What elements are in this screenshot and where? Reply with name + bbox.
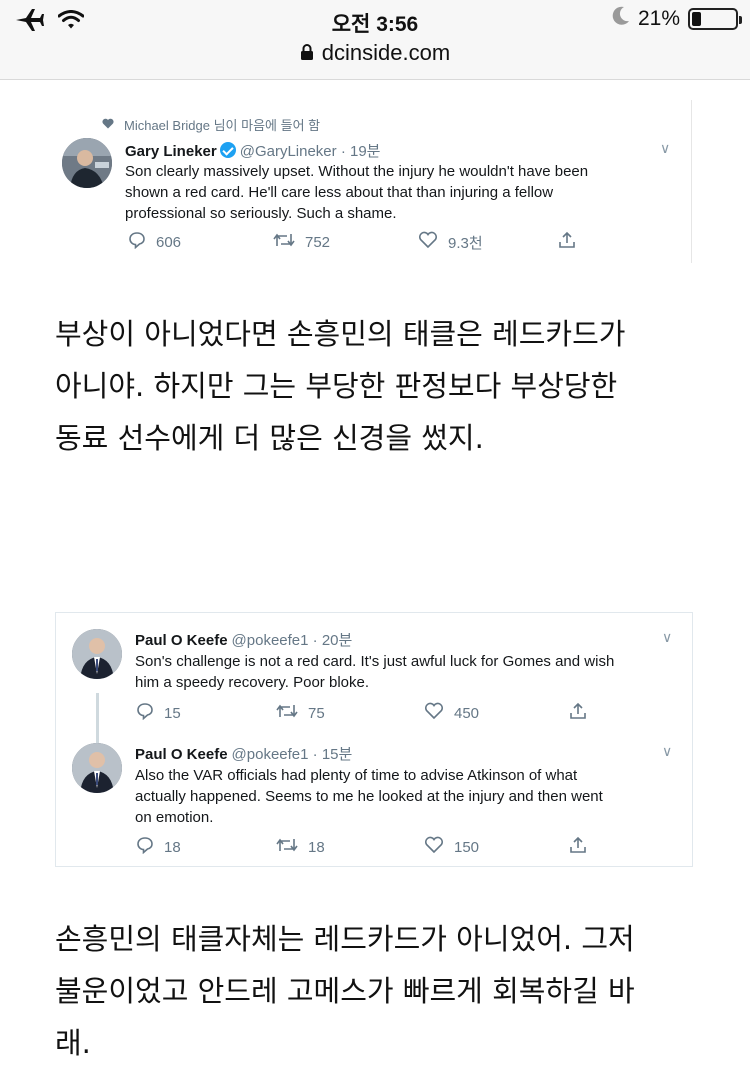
liked-by-text: Michael Bridge 님이 마음에 들어 함 [124, 118, 321, 133]
like-button[interactable]: 150 [424, 836, 569, 858]
tweet-text-line: professional so seriously. Such a shame. [125, 205, 397, 222]
chevron-down-icon[interactable]: ∨ [662, 743, 672, 760]
tweet-text-line: Also the VAR officials had plenty of tim… [135, 767, 578, 784]
retweet-icon [273, 232, 295, 252]
author-name[interactable]: Gary Lineker [125, 143, 217, 160]
tweet-thread-card: Paul O Keefe @pokeefe1 · 20분 ∨ Son's chal… [55, 612, 693, 867]
author-name[interactable]: Paul O Keefe [135, 746, 228, 763]
caption-line: 래. [55, 1026, 91, 1060]
share-icon [558, 231, 576, 253]
lock-icon [300, 41, 314, 67]
like-count: 450 [454, 704, 480, 722]
reply-button[interactable]: 18 [136, 836, 276, 858]
retweet-count: 752 [305, 233, 331, 251]
avatar[interactable] [72, 629, 122, 679]
retweet-button[interactable]: 752 [273, 231, 418, 253]
author-name[interactable]: Paul O Keefe [135, 632, 228, 649]
tweet-text: Son clearly massively upset. Without the… [125, 161, 588, 224]
tweet-header: Gary Lineker @GaryLineker · 19분 [125, 140, 380, 161]
reply-count: 15 [164, 704, 181, 722]
tweet-text: Son's challenge is not a red card. It's … [135, 651, 614, 693]
share-button[interactable] [569, 702, 587, 724]
tweet-text-line: on emotion. [135, 809, 214, 826]
share-icon [569, 702, 587, 724]
heart-icon [102, 117, 114, 132]
tweet-text-line: actually happened. Seems to me he looked… [135, 788, 603, 805]
tweet-actions: 15 75 450 [136, 702, 587, 724]
reply-icon [136, 702, 154, 724]
tweet-actions: 606 752 9.3천 [128, 231, 576, 253]
tweet-text-line: him a speedy recovery. Poor bloke. [135, 674, 370, 691]
author-handle[interactable]: @GaryLineker · 19분 [240, 143, 381, 160]
tweet-text-line: Son clearly massively upset. Without the… [125, 163, 589, 180]
reply-count: 606 [156, 233, 182, 251]
like-button[interactable]: 9.3천 [418, 231, 558, 253]
tweet-header: Paul O Keefe @pokeefe1 · 15분 [135, 743, 352, 764]
tweet-text-line: Son's challenge is not a red card. It's … [135, 653, 615, 670]
caption-translation-1: 부상이 아니었다면 손흥민의 태클은 레드카드가 아니야. 하지만 그는 부당한… [55, 308, 715, 464]
share-button[interactable] [558, 231, 576, 253]
liked-by-row: Michael Bridge 님이 마음에 들어 함 [102, 115, 320, 134]
retweet-icon [276, 837, 298, 857]
retweet-count: 18 [308, 838, 325, 856]
like-button[interactable]: 450 [424, 702, 569, 724]
moon-icon [612, 6, 630, 32]
avatar[interactable] [72, 743, 122, 793]
tweet-text-line: shown a red card. He'll care less about … [125, 184, 554, 201]
author-handle[interactable]: @pokeefe1 · 20분 [232, 632, 353, 649]
retweet-button[interactable]: 75 [276, 702, 424, 724]
url-bar[interactable]: dcinside.com [0, 40, 750, 67]
caption-line: 손흥민의 태클자체는 레드카드가 아니었어. 그저 [55, 922, 635, 956]
heart-outline-icon [418, 231, 438, 253]
like-count: 9.3천 [448, 234, 483, 252]
tweet-header: Paul O Keefe @pokeefe1 · 20분 [135, 629, 352, 650]
caption-line: 아니야. 하지만 그는 부당한 판정보다 부상당한 [55, 369, 618, 403]
reply-icon [128, 231, 146, 253]
battery-percent: 21% [637, 7, 680, 30]
heart-outline-icon [424, 836, 444, 858]
battery-icon [688, 8, 742, 30]
retweet-count: 75 [308, 704, 325, 722]
retweet-icon [276, 703, 298, 723]
caption-line: 부상이 아니었다면 손흥민의 태클은 레드카드가 [55, 317, 626, 351]
caption-line: 동료 선수에게 더 많은 신경을 썼지. [55, 421, 484, 455]
author-handle[interactable]: @pokeefe1 · 15분 [232, 746, 353, 763]
reply-button[interactable]: 606 [128, 231, 273, 253]
like-count: 150 [454, 838, 480, 856]
tweet-actions: 18 18 150 [136, 836, 587, 858]
reply-count: 18 [164, 838, 181, 856]
reply-icon [136, 836, 154, 858]
avatar[interactable] [62, 138, 112, 188]
share-icon [569, 836, 587, 858]
tweet-card-lineker[interactable]: Michael Bridge 님이 마음에 들어 함 Gary Lineker @… [62, 100, 692, 263]
retweet-button[interactable]: 18 [276, 836, 424, 858]
url-domain: dcinside.com [321, 40, 451, 65]
share-button[interactable] [569, 836, 587, 858]
battery-fill [692, 12, 701, 26]
caption-line: 불운이었고 안드레 고메스가 빠르게 회복하길 바 [55, 974, 635, 1008]
reply-button[interactable]: 15 [136, 702, 276, 724]
status-bar: 오전 3:56 21% dcinside.com [0, 0, 750, 80]
heart-outline-icon [424, 702, 444, 724]
tweet-text: Also the VAR officials had plenty of tim… [135, 765, 603, 828]
caption-translation-2: 손흥민의 태클자체는 레드카드가 아니었어. 그저 불운이었고 안드레 고메스가… [55, 913, 715, 1069]
chevron-down-icon[interactable]: ∨ [662, 629, 672, 646]
verified-icon [219, 142, 236, 158]
status-right: 21% [612, 6, 742, 32]
chevron-down-icon[interactable]: ∨ [660, 140, 670, 157]
